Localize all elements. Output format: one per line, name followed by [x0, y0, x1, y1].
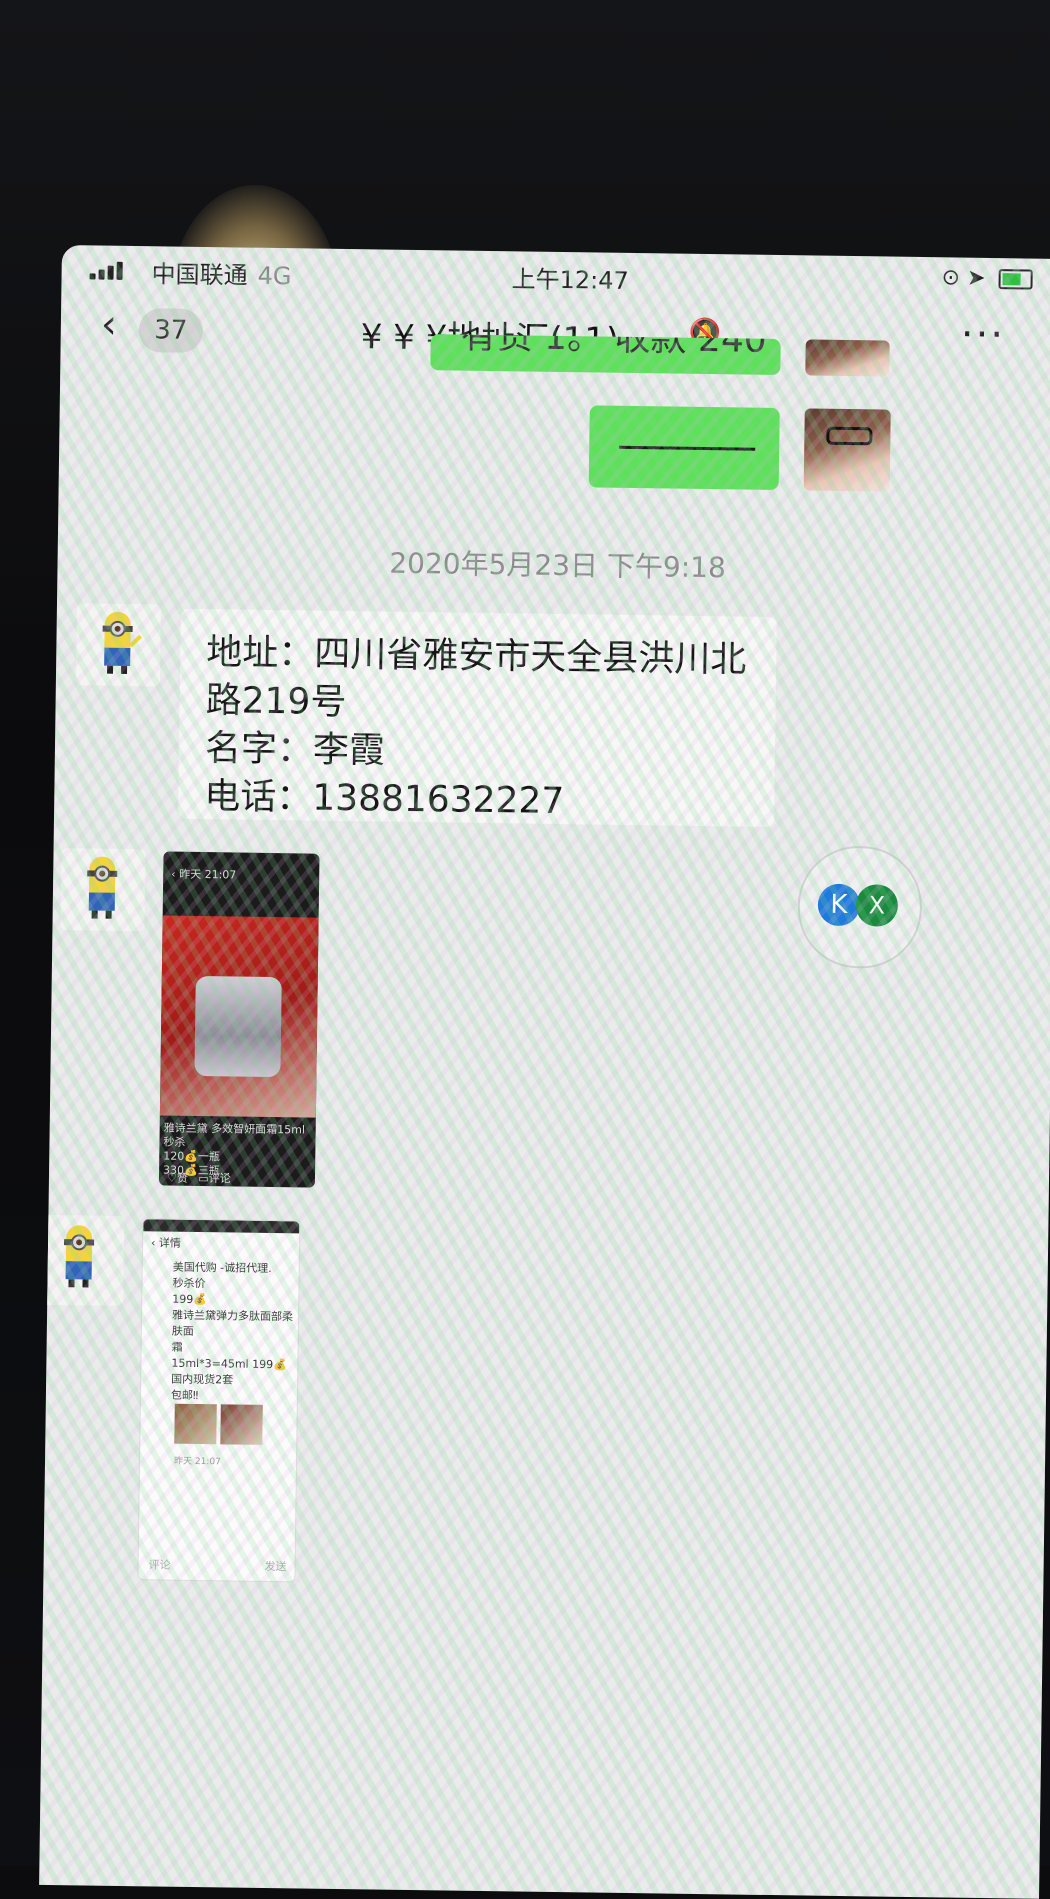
k-app-icon: K — [817, 883, 861, 927]
thumb-topbar — [143, 1219, 300, 1234]
user-avatar[interactable] — [805, 339, 890, 377]
post-line: 包邮‼ — [170, 1388, 199, 1403]
send-label: 发送 — [264, 1559, 287, 1574]
minion-avatar[interactable] — [75, 603, 161, 687]
floating-app-button[interactable]: K X — [796, 845, 923, 970]
screenshot-image-message[interactable]: ‹ 详情 美国代购 -诚招代理. 秒杀价 199💰 雅诗兰黛弹力多肽面部柔肤面 … — [137, 1218, 301, 1583]
message-bubble-received[interactable]: 地址：四川省雅安市天全县洪川北 路219号 名字：李霞 电话：138816322… — [178, 608, 777, 829]
screenshot-image-message[interactable]: ‹ 昨天 21:07 雅诗兰黛 多效智妍面霜15ml 秒杀 120💰一瓶 330… — [158, 851, 320, 1188]
post-line: 秒杀价 — [172, 1276, 206, 1291]
post-line: 霜 — [171, 1340, 183, 1354]
minion-icon — [102, 611, 142, 674]
signal-icon — [89, 259, 134, 280]
post-photo — [220, 1404, 263, 1445]
unread-count-badge[interactable]: 37 — [138, 308, 204, 353]
like-label: 赞 — [176, 1171, 188, 1185]
back-chevron-icon: ‹ — [171, 867, 180, 881]
minion-icon — [87, 856, 118, 919]
network-type: 4G — [257, 261, 292, 291]
name-line: 名字：李霞 — [204, 728, 386, 772]
phone-screen: 中国联通4G 上午12:47 ⊙ ➤ ‹ 37 ¥ ¥ ¥地址汇(11) 🔕 ·… — [39, 245, 1050, 1899]
heart-icon: ♡ — [166, 1171, 177, 1185]
minion-avatar[interactable] — [39, 1214, 125, 1306]
jar-icon — [194, 975, 282, 1078]
message-timestamp: 2020年5月23日 下午9:18 — [389, 546, 727, 585]
message-dash — [619, 445, 756, 451]
post-line: 国内现货2套 — [171, 1372, 234, 1387]
thumb-header-text: 昨天 21:07 — [179, 867, 237, 882]
comment-label: 评论 — [208, 1172, 231, 1186]
phone-line: 电话：13881632227 — [204, 776, 565, 823]
status-time: 上午12:47 — [511, 265, 629, 295]
minion-avatar[interactable] — [60, 848, 146, 932]
address-message-text: 地址：四川省雅安市天全县洪川北 路219号 名字：李霞 电话：138816322… — [204, 629, 747, 829]
more-options-icon[interactable]: ··· — [961, 312, 1006, 359]
message-bubble-sent[interactable]: 有货 1。 收款 240 — [430, 334, 781, 376]
comment-input: 评论 — [148, 1558, 171, 1572]
glasses-icon — [826, 426, 873, 446]
address-line: 地址：四川省雅安市天全县洪川北 — [206, 632, 747, 681]
back-chevron-icon: ‹ — [150, 1236, 160, 1250]
battery-icon — [998, 269, 1033, 290]
address-line: 路219号 — [205, 680, 347, 724]
post-line: 199💰 — [172, 1292, 208, 1307]
status-icons: ⊙ ➤ — [941, 265, 1033, 291]
thumb-header-text: 详情 — [158, 1236, 182, 1250]
post-line: 美国代购 -诚招代理. — [172, 1260, 272, 1276]
carrier-label: 中国联通 4G — [151, 254, 291, 291]
comment-icon: ▭ — [198, 1171, 209, 1186]
post-time: 昨天 21:07 — [173, 1456, 221, 1468]
user-avatar[interactable] — [803, 408, 891, 492]
minion-icon — [64, 1225, 95, 1288]
thumb-header: ‹ 昨天 21:07 — [171, 866, 236, 883]
product-photo — [159, 915, 319, 1118]
location-icon: ➤ — [966, 265, 986, 291]
post-line: 雅诗兰黛弹力多肽面部柔肤面 — [171, 1308, 294, 1338]
thumb-post-body: 美国代购 -诚招代理. 秒杀价 199💰 雅诗兰黛弹力多肽面部柔肤面 霜 15m… — [171, 1260, 297, 1406]
post-photo — [174, 1403, 217, 1445]
x-app-icon: X — [855, 884, 899, 927]
rotation-lock-icon: ⊙ — [941, 265, 961, 291]
back-chevron-icon[interactable]: ‹ — [101, 302, 118, 348]
message-bubble-sent[interactable]: ——— — [588, 405, 780, 491]
post-line: 15ml*3=45ml 199💰 — [171, 1356, 287, 1372]
thumb-header: ‹ 详情 — [151, 1235, 181, 1251]
thumb-actions: ♡赞 ▭评论 — [167, 1170, 231, 1187]
message-text: 有货 1。 收款 240 — [460, 334, 767, 361]
carrier-name: 中国联通 — [151, 260, 248, 290]
